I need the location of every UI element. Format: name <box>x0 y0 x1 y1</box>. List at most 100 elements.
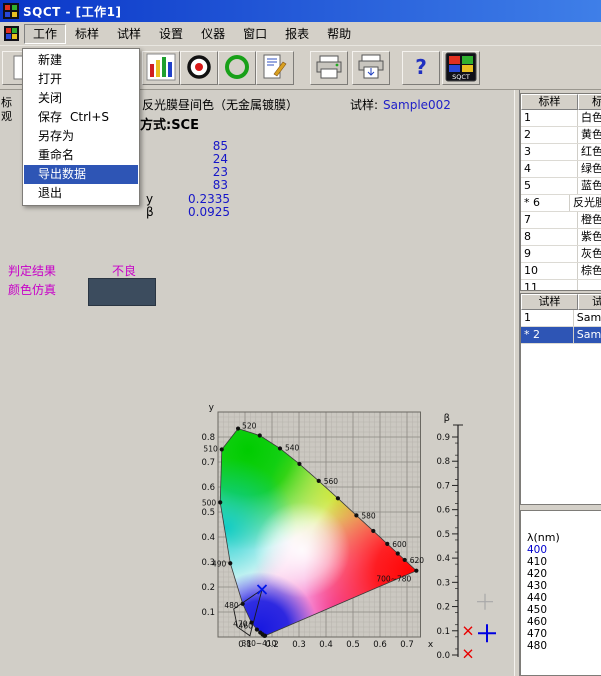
beta-value-row: β 0.0925 <box>146 206 230 219</box>
standard-row-5[interactable]: 5蓝色 <box>521 178 601 195</box>
measure-sample-icon <box>221 52 253 85</box>
svg-text:580: 580 <box>361 511 376 520</box>
svg-text:0.4: 0.4 <box>201 533 215 543</box>
svg-text:0.6: 0.6 <box>437 506 450 516</box>
toolbar-color-bars-button[interactable] <box>142 51 180 85</box>
svg-text:0.3: 0.3 <box>437 578 450 588</box>
measure-standard-icon <box>183 52 215 85</box>
file-menu-item-8[interactable]: 退出 <box>24 184 138 203</box>
samples-panel: 试样 试样名 1Sample001* 2Sample002 <box>520 293 601 505</box>
svg-text:β: β <box>444 413 450 424</box>
menubar-item-8[interactable]: 帮助 <box>318 24 360 44</box>
menubar-item-3[interactable]: 试样 <box>108 24 150 44</box>
menubar-item-7[interactable]: 报表 <box>276 24 318 44</box>
svg-text:520: 520 <box>242 422 257 431</box>
svg-text:0.2: 0.2 <box>437 603 450 613</box>
title-bar: SQCT - [工作1] <box>0 0 601 22</box>
standards-rows: 1白色2黄色3红色4绿色5蓝色* 6反光膜昼间色7橙色8紫色9灰色10棕色11 <box>521 110 601 291</box>
svg-text:0.6: 0.6 <box>373 640 387 650</box>
wavelength-panel: λ(nm) 400410420430440450460470480 <box>520 510 601 676</box>
standard-row-8[interactable]: 8紫色 <box>521 229 601 246</box>
wavelength-410[interactable]: 410 <box>521 556 601 568</box>
svg-text:0.5: 0.5 <box>346 640 360 650</box>
wavelength-header: λ(nm) <box>521 531 601 544</box>
color-simulation-swatch <box>88 278 156 306</box>
standard-row-10[interactable]: 10棕色 <box>521 263 601 280</box>
menubar-item-1[interactable]: 工作 <box>24 24 66 44</box>
wavelength-470[interactable]: 470 <box>521 628 601 640</box>
file-menu-item-7[interactable]: 导出数据 <box>24 165 138 184</box>
standard-row-3[interactable]: 3红色 <box>521 144 601 161</box>
wavelength-450[interactable]: 450 <box>521 604 601 616</box>
file-menu-item-6[interactable]: 重命名 <box>24 146 138 165</box>
standard-row-2[interactable]: 2黄色 <box>521 127 601 144</box>
wavelength-460[interactable]: 460 <box>521 616 601 628</box>
color-value-4: 83 <box>140 179 230 192</box>
print-icon <box>314 53 344 84</box>
standard-row-9[interactable]: 9灰色 <box>521 246 601 263</box>
edge-label-observe: 观 <box>1 108 12 124</box>
sample-name: Sample002 <box>383 98 451 112</box>
beta-axis: 0.00.10.20.30.40.50.60.70.80.9β <box>437 403 499 669</box>
standard-row-7[interactable]: 7橙色 <box>521 212 601 229</box>
toolbar-measure-standard-button[interactable] <box>180 51 218 85</box>
svg-text:0.4: 0.4 <box>319 640 333 650</box>
svg-text:480: 480 <box>224 601 239 610</box>
toolbar-print-button[interactable] <box>310 51 348 85</box>
file-menu-item-3[interactable]: 关闭 <box>24 89 138 108</box>
toolbar-sqct-logo-button[interactable]: SQCT <box>442 51 480 85</box>
standards-panel: 标样 标样名 1白色2黄色3红色4绿色5蓝色* 6反光膜昼间色7橙色8紫色9灰色… <box>520 93 601 291</box>
wavelength-430[interactable]: 430 <box>521 580 601 592</box>
beta-label: β <box>146 206 154 219</box>
sample-row-1[interactable]: 1Sample001 <box>521 310 601 327</box>
standards-header-no: 标样 <box>521 94 578 110</box>
wavelength-rows: 400410420430440450460470480 <box>521 544 601 652</box>
svg-text:540: 540 <box>285 443 300 452</box>
measurement-mode: 方式:SCE <box>140 114 199 133</box>
file-menu-item-1[interactable]: 新建 <box>24 51 138 70</box>
toolbar-print-preview-button[interactable] <box>352 51 390 85</box>
svg-text:0.3: 0.3 <box>201 558 215 568</box>
menu-bar: 工作标样试样设置仪器窗口报表帮助 <box>0 22 601 46</box>
samples-header: 试样 试样名 <box>521 294 601 310</box>
toolbar-help-button[interactable]: ? <box>402 51 440 85</box>
toolbar-measure-sample-button[interactable] <box>218 51 256 85</box>
svg-text:0.6: 0.6 <box>201 483 215 493</box>
standard-row-11[interactable]: 11 <box>521 280 601 291</box>
standards-header: 标样 标样名 <box>521 94 601 110</box>
menubar-item-5[interactable]: 仪器 <box>192 24 234 44</box>
svg-text:0.0: 0.0 <box>437 651 450 661</box>
toolbar-report-button[interactable] <box>256 51 294 85</box>
file-menu: 新建打开关闭保存Ctrl+S另存为重命名导出数据退出 <box>22 48 140 206</box>
samples-rows: 1Sample001* 2Sample002 <box>521 310 601 344</box>
standard-row-1[interactable]: 1白色 <box>521 110 601 127</box>
svg-text:y: y <box>209 403 215 413</box>
standard-row-4[interactable]: 4绿色 <box>521 161 601 178</box>
sample-label: 试样: <box>350 98 378 112</box>
right-panel-column: 标样 标样名 1白色2黄色3红色4绿色5蓝色* 6反光膜昼间色7橙色8紫色9灰色… <box>520 90 601 676</box>
menubar-item-4[interactable]: 设置 <box>150 24 192 44</box>
sample-row-2[interactable]: * 2Sample002 <box>521 327 601 344</box>
standard-description: 反光膜昼间色（无金属镀膜） <box>142 96 298 113</box>
svg-text:510: 510 <box>203 444 218 453</box>
print-preview-icon <box>356 53 386 84</box>
mdi-child-icon[interactable] <box>3 25 20 42</box>
svg-text:0.1: 0.1 <box>201 608 215 618</box>
wavelength-480[interactable]: 480 <box>521 640 601 652</box>
svg-text:0.8: 0.8 <box>437 457 450 467</box>
wavelength-420[interactable]: 420 <box>521 568 601 580</box>
svg-text:0.5: 0.5 <box>201 508 215 518</box>
menubar-item-6[interactable]: 窗口 <box>234 24 276 44</box>
wavelength-400[interactable]: 400 <box>521 544 601 556</box>
sqct-logo-icon: SQCT <box>445 52 477 85</box>
svg-text:0.8: 0.8 <box>201 433 215 443</box>
menubar-item-2[interactable]: 标样 <box>66 24 108 44</box>
file-menu-item-5[interactable]: 另存为 <box>24 127 138 146</box>
file-menu-item-2[interactable]: 打开 <box>24 70 138 89</box>
svg-text:0.2: 0.2 <box>201 583 215 593</box>
window-title: SQCT - [工作1] <box>23 3 122 20</box>
wavelength-440[interactable]: 440 <box>521 592 601 604</box>
file-menu-item-4[interactable]: 保存Ctrl+S <box>24 108 138 127</box>
standard-row-6[interactable]: * 6反光膜昼间色 <box>521 195 601 212</box>
application-window: SQCT - [工作1] 工作标样试样设置仪器窗口报表帮助 ?SQCT 标 观 … <box>0 0 601 676</box>
